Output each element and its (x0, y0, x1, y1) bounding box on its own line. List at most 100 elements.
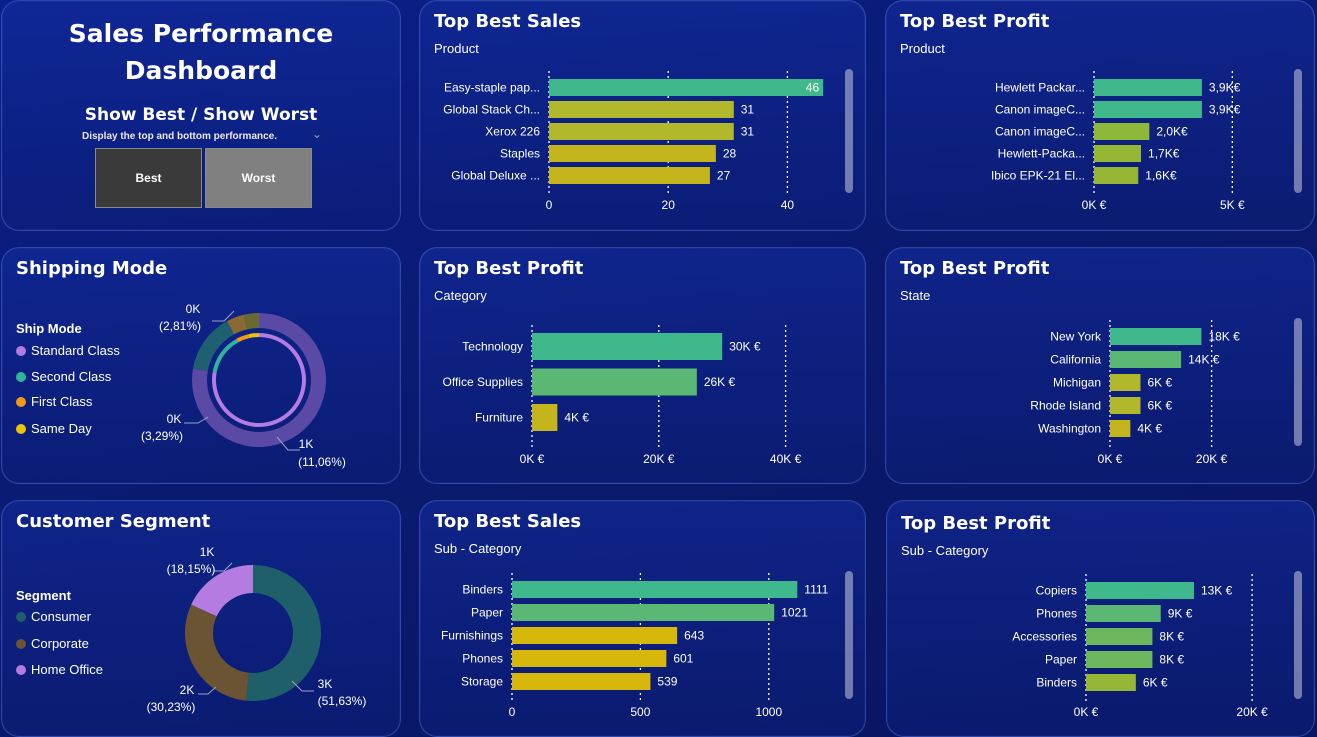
chart-card-customer-segment: Customer Segment Segment Consumer Corpor… (1, 500, 401, 737)
x-tick-label: 0K € (1098, 452, 1123, 466)
data-label: (2,81%) (159, 319, 201, 333)
bar[interactable] (512, 650, 667, 667)
category-label: Rhode Island (1030, 399, 1101, 413)
data-label: 31 (741, 125, 755, 139)
category-label: Michigan (1053, 376, 1101, 390)
data-label: 1K (299, 437, 314, 451)
chevron-down-icon[interactable]: ⌄ (312, 127, 322, 141)
x-tick-label: 0K € (520, 452, 545, 466)
title-card: Sales Performance Dashboard Show Best / … (1, 0, 401, 231)
data-label: 2K (180, 683, 195, 697)
category-label: Binders (462, 583, 503, 597)
category-label: Binders (1036, 676, 1077, 690)
category-label: Global Deluxe ... (451, 169, 540, 183)
donut-slice[interactable] (246, 565, 321, 701)
bar[interactable] (1086, 628, 1153, 645)
bar[interactable] (532, 368, 697, 396)
bar[interactable] (1094, 101, 1202, 118)
dashboard-title-line2: Dashboard (124, 56, 278, 85)
toggle-title: Show Best / Show Worst (84, 105, 318, 125)
category-label: Storage (461, 675, 503, 689)
bar[interactable] (1110, 351, 1182, 368)
data-label: 26K € (704, 375, 736, 389)
chart-card-profit-subcategory: Top Best Profit Sub - Category 0K €20K €… (886, 500, 1315, 737)
dashboard-title-line1: Sales Performance (68, 19, 334, 48)
data-label: 14K € (1188, 353, 1220, 367)
donut-slice[interactable] (248, 333, 259, 339)
x-tick-label: 20K € (1196, 452, 1228, 466)
bar[interactable] (1086, 605, 1161, 622)
bar[interactable] (1110, 328, 1202, 345)
scrollbar[interactable] (1294, 69, 1302, 193)
bar[interactable] (532, 333, 723, 360)
dashboard-title: Sales Performance Dashboard (2, 15, 400, 89)
chart-card-sales-product: Top Best Sales Product 0 20 40 Easy-staple … (419, 0, 866, 231)
data-label: 3K (318, 677, 333, 691)
data-label: 28 (723, 147, 737, 161)
bar-chart-profit-state: 0K € 20K € New York 18K € California 14K € Mic… (1030, 320, 1240, 466)
data-label: 30K € (729, 340, 761, 354)
category-label: Canon imageC... (995, 125, 1085, 139)
scrollbar[interactable] (845, 69, 853, 193)
scrollbar[interactable] (1294, 571, 1302, 699)
bar[interactable] (549, 79, 824, 96)
best-button[interactable]: Best (95, 148, 202, 208)
bar[interactable] (549, 101, 734, 118)
data-label: 27 (717, 169, 731, 183)
chart-card-shipping-mode: Shipping Mode Ship Mode Standard Class S… (1, 247, 401, 484)
category-label: Phones (462, 652, 503, 666)
chart-card-profit-state: Top Best Profit State 0K €20K € New York 1… (885, 247, 1315, 484)
donut-inner-ring (212, 333, 306, 427)
bar[interactable] (512, 673, 651, 690)
bar[interactable] (1110, 374, 1141, 391)
donut-slice[interactable] (236, 334, 250, 343)
worst-button[interactable]: Worst (205, 148, 312, 208)
bar[interactable] (549, 167, 710, 184)
bar-chart-profit-subcategory: 0K € 20K € Copiers 13K € Phones 9K € Accessori… (1012, 574, 1268, 719)
category-label: Hewlett-Packa... (998, 147, 1085, 161)
donut-customer-segment: 1K (18,15%) 2K (30,23%) 3K (51,63%) (147, 545, 367, 714)
data-label: 31 (741, 103, 755, 117)
bar[interactable] (1110, 397, 1141, 414)
data-label: 6K € (1143, 676, 1168, 690)
bar[interactable] (549, 123, 734, 140)
bar[interactable] (512, 581, 798, 598)
bar[interactable] (512, 627, 678, 644)
x-tick-label: 40 (781, 198, 795, 212)
bar[interactable] (512, 604, 775, 621)
bar[interactable] (1094, 167, 1139, 184)
bar-chart-sales-subcategory: 0 500 1000 Binders 1111 Paper 1021 Furnishings 6… (441, 573, 829, 719)
scrollbar[interactable] (1294, 318, 1302, 446)
bar[interactable] (549, 145, 716, 162)
bar-chart-profit-product: 0K € 5K € Hewlett Packar... 3,9K€ Canon imag… (991, 71, 1245, 212)
bar[interactable] (1094, 145, 1142, 162)
chart-card-profit-product: Top Best Profit Product 0K €5K € Hewlett … (885, 0, 1315, 231)
data-label: 1111 (804, 583, 828, 597)
data-label: 601 (673, 652, 693, 666)
data-label: 8K € (1159, 630, 1184, 644)
data-label: 6K € (1147, 376, 1172, 390)
bar[interactable] (1086, 651, 1153, 668)
data-label: 643 (684, 629, 704, 643)
bar[interactable] (1086, 582, 1194, 599)
category-label: Easy-staple pap... (444, 81, 540, 95)
chart-card-sales-subcategory: Top Best Sales Sub - Category 0 500 1000 Bi… (419, 500, 866, 737)
bar[interactable] (1086, 674, 1136, 691)
data-label: 2,0K€ (1156, 125, 1188, 139)
bar[interactable] (532, 404, 558, 431)
bar[interactable] (1094, 123, 1150, 140)
data-label: (51,63%) (318, 694, 367, 708)
category-label: California (1050, 353, 1101, 367)
bar[interactable] (1094, 79, 1202, 96)
category-label: Phones (1036, 607, 1077, 621)
data-label: 1,7K€ (1148, 147, 1180, 161)
scrollbar[interactable] (845, 571, 853, 699)
x-tick-label: 0 (509, 705, 516, 719)
data-label: (11,06%) (298, 455, 346, 469)
category-label: Copiers (1036, 584, 1077, 598)
data-label: 4K € (1137, 422, 1162, 436)
x-tick-label: 0 (546, 198, 553, 212)
donut-slice[interactable] (184, 604, 249, 701)
data-label: 0K (167, 412, 182, 426)
bar[interactable] (1110, 420, 1131, 437)
